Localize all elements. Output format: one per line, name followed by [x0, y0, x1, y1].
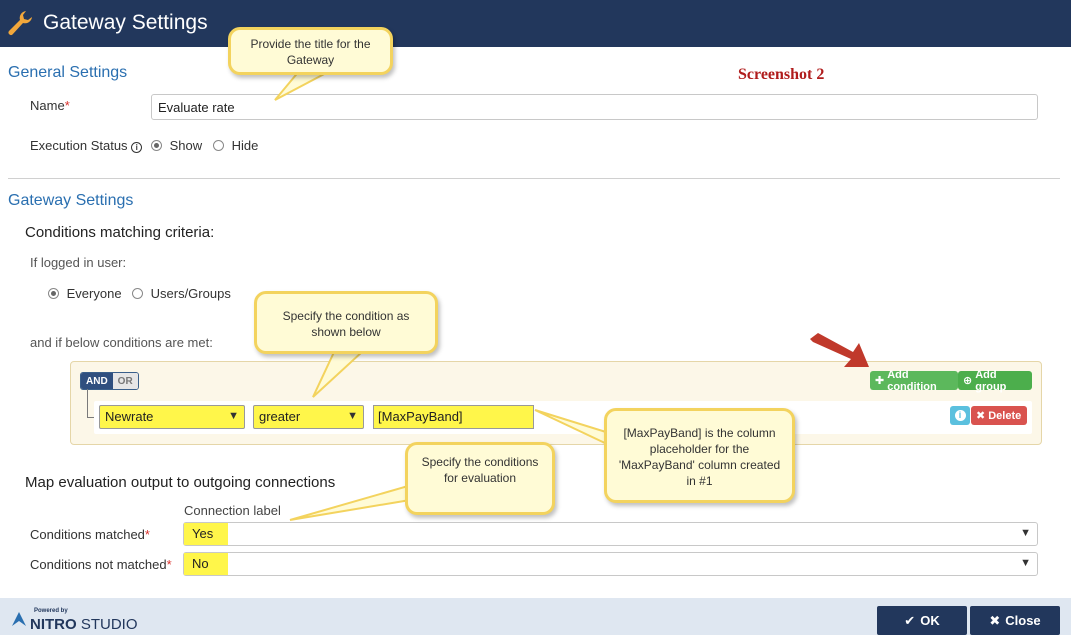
name-input[interactable]: Evaluate rate: [151, 94, 1038, 120]
section-divider: [8, 178, 1060, 179]
criteria-heading: Conditions matching criteria:: [25, 224, 215, 241]
not-matched-value: No: [184, 553, 228, 575]
field-select[interactable]: Newrate ▼: [99, 405, 245, 429]
chevron-down-icon: ▼: [347, 410, 358, 422]
title-callout: Provide the title for the Gateway: [228, 27, 393, 75]
add-group-button[interactable]: ⊕ Add group: [958, 369, 1032, 393]
plus-icon: ✚: [875, 375, 885, 387]
name-label: Name*: [30, 98, 70, 113]
logged-in-label: If logged in user:: [30, 255, 127, 270]
close-icon: ✖: [989, 612, 1001, 628]
execution-hide-radio[interactable]: Hide: [213, 138, 258, 153]
mapping-heading: Map evaluation output to outgoing connec…: [25, 474, 336, 491]
everyone-radio[interactable]: Everyone: [48, 286, 122, 301]
check-icon: ✔: [904, 612, 916, 628]
ok-button[interactable]: ✔ OK: [877, 606, 967, 635]
screenshot-label: Screenshot 2: [738, 66, 825, 83]
chevron-down-icon: ▼: [1020, 527, 1031, 539]
matched-value: Yes: [184, 523, 228, 545]
plus-circle-icon: ⊕: [963, 375, 973, 387]
nitro-logo-icon: [12, 612, 26, 626]
connection-label-header: Connection label: [184, 503, 281, 518]
conditions-met-label: and if below conditions are met:: [30, 335, 213, 350]
and-toggle-button[interactable]: AND: [81, 373, 113, 389]
rule-info-button[interactable]: i: [950, 406, 970, 425]
callout-pointer: [289, 484, 412, 521]
radio-selected-icon[interactable]: [151, 140, 162, 151]
info-icon: i: [954, 410, 966, 421]
delete-rule-button[interactable]: ✖ Delete: [971, 406, 1027, 425]
placeholder-callout: [MaxPayBand] is the column placeholder f…: [604, 408, 795, 503]
radio-unselected-icon[interactable]: [132, 288, 143, 299]
wrench-icon: [8, 11, 32, 35]
add-condition-button[interactable]: ✚ Add condition: [870, 369, 958, 393]
execution-show-radio[interactable]: Show: [151, 138, 202, 153]
operator-select[interactable]: greater ▼: [253, 405, 364, 429]
chevron-down-icon: ▼: [228, 410, 239, 422]
matched-connection-select[interactable]: ▼: [183, 522, 1038, 546]
conditions-not-matched-label: Conditions not matched*: [30, 557, 172, 572]
not-matched-connection-select[interactable]: ▼: [183, 552, 1038, 576]
value-input[interactable]: [MaxPayBand]: [373, 405, 534, 429]
users-groups-radio[interactable]: Users/Groups: [132, 286, 231, 301]
execution-status-label: Execution Status i: [30, 138, 143, 153]
title-bar: Gateway Settings: [0, 0, 1071, 47]
logic-toggle[interactable]: AND OR: [80, 372, 139, 390]
close-icon: ✖: [976, 410, 986, 422]
or-toggle-button[interactable]: OR: [112, 373, 138, 389]
chevron-down-icon: ▼: [1020, 557, 1031, 569]
window-title: Gateway Settings: [43, 11, 208, 34]
condition-callout: Specify the condition as shown below: [254, 291, 438, 354]
gateway-settings-heading: Gateway Settings: [8, 192, 134, 209]
close-button[interactable]: ✖ Close: [970, 606, 1060, 635]
general-settings-heading: General Settings: [8, 64, 128, 81]
conditions-matched-label: Conditions matched*: [30, 527, 150, 542]
radio-selected-icon[interactable]: [48, 288, 59, 299]
radio-unselected-icon[interactable]: [213, 140, 224, 151]
evaluation-callout: Specify the conditions for evaluation: [405, 442, 555, 515]
info-icon[interactable]: i: [131, 142, 143, 153]
